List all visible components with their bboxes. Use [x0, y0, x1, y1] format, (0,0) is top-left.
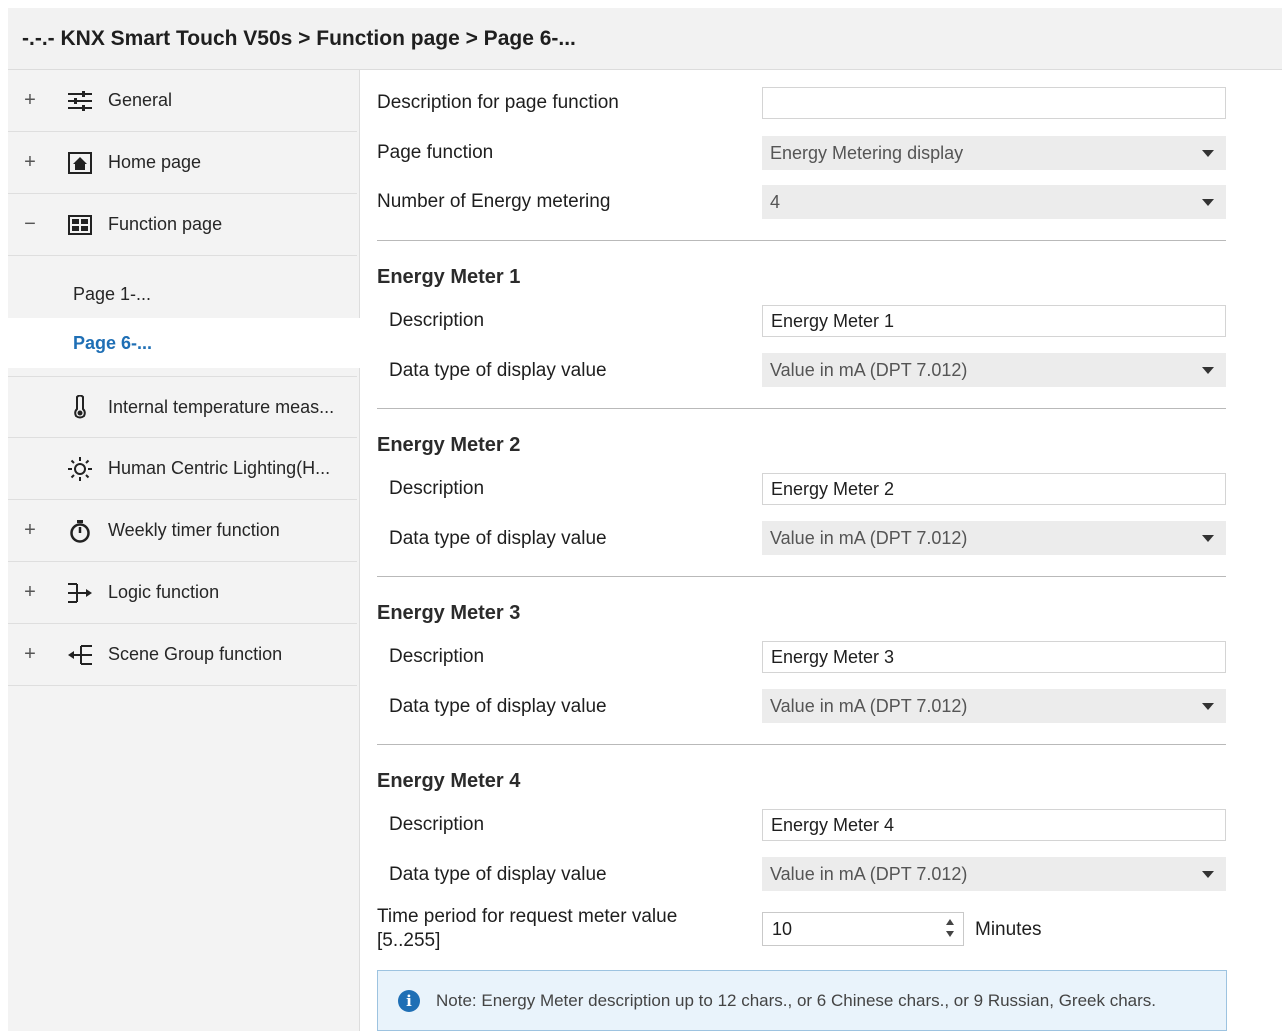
description-for-page-function-label: Description for page function	[377, 92, 619, 113]
time-period-label: Time period for request meter value	[377, 906, 678, 927]
home-icon	[60, 148, 100, 178]
energy-meter-3-data-type-value: Value in mA (DPT 7.012)	[770, 695, 968, 716]
divider	[377, 576, 1226, 577]
expand-icon[interactable]: +	[8, 643, 52, 666]
energy-meter-4-data-type-select[interactable]: Value in mA (DPT 7.012)	[762, 857, 1226, 891]
sidebar-item-label: Page 1-...	[73, 283, 152, 304]
page-function-select[interactable]: Energy Metering display	[762, 136, 1226, 170]
sidebar-tree: + General + Home page − Function page Pa…	[8, 70, 361, 1031]
energy-meter-2-description-label: Description	[389, 478, 485, 499]
energy-meter-1-data-type-select[interactable]: Value in mA (DPT 7.012)	[762, 353, 1226, 387]
sidebar-item-page-6[interactable]: Page 6-...	[8, 318, 361, 368]
energy-meter-4-data-type-label: Data type of display value	[389, 864, 607, 885]
sidebar-item-internal-temperature[interactable]: Internal temperature meas...	[8, 376, 357, 438]
page-function-value: Energy Metering display	[770, 142, 964, 163]
chevron-down-icon	[1202, 199, 1214, 206]
energy-meter-4-data-type-value: Value in mA (DPT 7.012)	[770, 863, 968, 884]
energy-meter-1-title: Energy Meter 1	[377, 266, 521, 288]
divider	[377, 744, 1226, 745]
energy-meter-2-data-type-select[interactable]: Value in mA (DPT 7.012)	[762, 521, 1226, 555]
energy-meter-1-description-input[interactable]: Energy Meter 1	[762, 305, 1226, 337]
energy-meter-2-title: Energy Meter 2	[377, 434, 521, 456]
expand-icon[interactable]: +	[8, 581, 52, 604]
energy-meter-1-description-label: Description	[389, 310, 485, 331]
energy-meter-4-description-label: Description	[389, 814, 485, 835]
time-period-stepper[interactable]: 10	[762, 912, 964, 946]
chevron-down-icon	[1202, 535, 1214, 542]
number-of-energy-metering-label: Number of Energy metering	[377, 191, 611, 212]
number-of-energy-metering-value: 4	[770, 191, 781, 212]
timer-icon	[60, 516, 100, 546]
note-box: i Note: Energy Meter description up to 1…	[377, 970, 1227, 1031]
sun-icon	[60, 454, 100, 484]
energy-meter-3-data-type-label: Data type of display value	[389, 696, 607, 717]
thermometer-icon	[60, 392, 100, 422]
chevron-down-icon	[1202, 703, 1214, 710]
sidebar-item-scene-group[interactable]: + Scene Group function	[8, 624, 357, 686]
energy-meter-3-title: Energy Meter 3	[377, 602, 521, 624]
sidebar-item-logic-function[interactable]: + Logic function	[8, 562, 357, 624]
chevron-down-icon	[1202, 871, 1214, 878]
sidebar-item-general[interactable]: + General	[8, 70, 357, 132]
note-text: Note: Energy Meter description up to 12 …	[436, 990, 1157, 1010]
collapse-icon[interactable]: −	[8, 213, 52, 236]
energy-meter-1-data-type-value: Value in mA (DPT 7.012)	[770, 359, 968, 380]
divider	[377, 240, 1226, 241]
chevron-down-icon	[1202, 150, 1214, 157]
page-function-label: Page function	[377, 142, 494, 163]
energy-meter-4-description-input[interactable]: Energy Meter 4	[762, 809, 1226, 841]
sidebar-item-label: Scene Group function	[108, 644, 283, 664]
sidebar-item-label: Human Centric Lighting(H...	[108, 458, 331, 478]
divider	[377, 408, 1226, 409]
window-title: -.-.- KNX Smart Touch V50s > Function pa…	[8, 8, 1282, 70]
expand-icon[interactable]: +	[8, 519, 52, 542]
parameter-panel: Description for page function Page funct…	[360, 70, 1282, 1031]
sidebar-item-label: Internal temperature meas...	[108, 396, 335, 417]
grid-icon	[60, 210, 100, 240]
time-period-value: 10	[772, 918, 793, 939]
sidebar-item-weekly-timer[interactable]: + Weekly timer function	[8, 500, 357, 562]
logic-icon	[60, 578, 100, 608]
chevron-down-icon	[1202, 367, 1214, 374]
scene-icon	[60, 640, 100, 670]
time-period-range-label: [5..255]	[377, 930, 441, 951]
number-of-energy-metering-select[interactable]: 4	[762, 185, 1226, 219]
energy-meter-2-data-type-label: Data type of display value	[389, 528, 607, 549]
sidebar-item-label: General	[108, 90, 173, 110]
spin-up-icon[interactable]	[946, 919, 954, 925]
time-period-unit: Minutes	[975, 919, 1042, 940]
energy-meter-3-description-input[interactable]: Energy Meter 3	[762, 641, 1226, 673]
sidebar-item-page-1[interactable]: Page 1-...	[8, 269, 357, 319]
energy-meter-3-description-label: Description	[389, 646, 485, 667]
expand-icon[interactable]: +	[8, 89, 52, 112]
spin-down-icon[interactable]	[946, 931, 954, 937]
sliders-icon	[60, 86, 100, 116]
description-for-page-function-input[interactable]	[762, 87, 1226, 119]
sidebar-item-label: Weekly timer function	[108, 520, 280, 540]
sidebar-item-human-centric-lighting[interactable]: Human Centric Lighting(H...	[8, 438, 357, 500]
sidebar-item-function-page[interactable]: − Function page	[8, 194, 357, 256]
info-icon: i	[398, 989, 420, 1012]
sidebar-item-label: Home page	[108, 152, 202, 172]
sidebar-item-label: Function page	[108, 214, 223, 234]
energy-meter-2-data-type-value: Value in mA (DPT 7.012)	[770, 527, 968, 548]
energy-meter-4-title: Energy Meter 4	[377, 770, 521, 792]
sidebar-item-label: Logic function	[108, 582, 220, 602]
energy-meter-3-data-type-select[interactable]: Value in mA (DPT 7.012)	[762, 689, 1226, 723]
sidebar-item-home-page[interactable]: + Home page	[8, 132, 357, 194]
energy-meter-1-data-type-label: Data type of display value	[389, 360, 607, 381]
spin-buttons[interactable]	[945, 917, 957, 941]
energy-meter-2-description-input[interactable]: Energy Meter 2	[762, 473, 1226, 505]
expand-icon[interactable]: +	[8, 151, 52, 174]
sidebar-item-label: Page 6-...	[73, 332, 153, 353]
